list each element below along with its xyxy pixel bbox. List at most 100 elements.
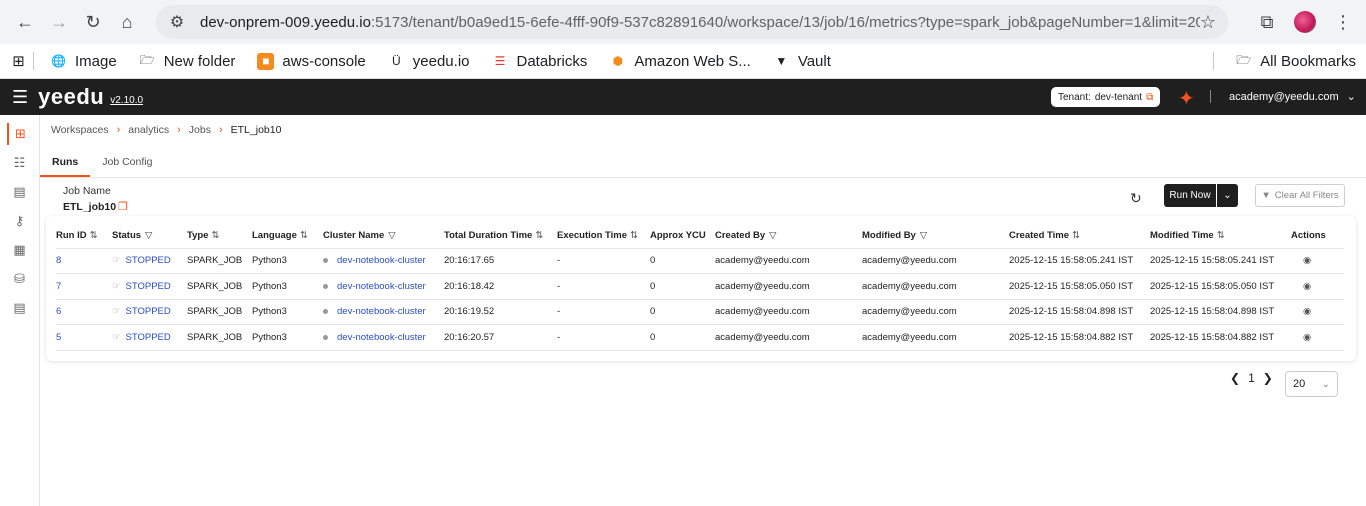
stop-action-icon[interactable]: ◉ [1303,255,1311,266]
status-stopped-icon: ☞ [112,331,121,343]
forward-icon[interactable]: → [42,5,76,39]
created-time-value: 2025-12-15 15:58:04.882 IST [1009,331,1134,343]
col-status[interactable]: Status ▽ [112,224,187,249]
hierarchy-nav-icon[interactable]: ☷ [9,152,31,174]
col-execution-time[interactable]: Execution Time ⇅ [557,224,650,249]
apps-grid-icon[interactable]: ⊞ [10,53,27,70]
yeedu-logo[interactable]: yeedu [38,84,104,110]
type-value: SPARK_JOB [187,306,243,318]
sort-icon[interactable]: ⇅ [211,230,219,241]
breadcrumb-analytics[interactable]: analytics [128,124,169,136]
col-modified-by[interactable]: Modified By ▽ [862,224,1009,249]
bookmark-image[interactable]: 🌐 Image [50,53,117,70]
created-by-value: academy@yeedu.com [715,331,810,343]
bookmark-aws-console[interactable]: ■ aws-console [257,52,366,70]
bookmark-star-icon[interactable]: ☆ [1200,12,1216,33]
copy-icon[interactable]: ❐ [118,200,128,213]
current-page[interactable]: 1 [1248,371,1255,385]
reload-icon[interactable]: ↻ [76,5,110,39]
col-language[interactable]: Language ⇅ [252,224,323,249]
app-header: ☰ yeedu v2.10.0 Tenant: dev-tenant ⧉ ✦ a… [0,79,1366,115]
filter-icon[interactable]: ▽ [145,230,152,241]
chevron-down-icon: ⌄ [1321,378,1330,390]
refresh-icon[interactable]: ↻ [1130,190,1142,207]
clear-all-filters-button[interactable]: ▼ Clear All Filters [1255,184,1345,207]
total-duration-value: 20:16:20.57 [444,331,495,343]
page-size-value: 20 [1293,378,1306,390]
menu-kebab-icon[interactable]: ⋮ [1326,5,1360,39]
breadcrumb-workspaces[interactable]: Workspaces [51,124,109,136]
sort-icon[interactable]: ⇅ [300,230,308,241]
badge-nav-icon[interactable]: ▤ [9,181,31,203]
cluster-link[interactable]: dev-notebook-cluster [337,332,426,343]
next-page-icon[interactable]: ❯ [1263,371,1273,385]
run-now-button[interactable]: Run Now [1164,184,1216,207]
bookmark-new-folder[interactable]: 🗁 New folder [139,53,236,70]
col-total-duration[interactable]: Total Duration Time ⇅ [444,224,557,249]
stop-action-icon[interactable]: ◉ [1303,332,1311,343]
bookmark-amazon-web-services[interactable]: ⬢ Amazon Web S... [609,53,751,70]
col-run-id[interactable]: Run ID ⇅ [56,224,112,249]
modified-by-value: academy@yeedu.com [862,306,957,318]
prev-page-icon[interactable]: ❮ [1230,371,1240,385]
page-size-select[interactable]: 20 ⌄ [1285,371,1338,397]
version-link[interactable]: v2.10.0 [110,95,143,106]
site-info-icon[interactable]: ⚙ [166,11,188,33]
sort-icon[interactable]: ⇅ [1217,230,1225,241]
run-id-link[interactable]: 6 [56,306,61,317]
aws-icon: ■ [257,52,275,70]
cluster-link[interactable]: dev-notebook-cluster [337,281,426,292]
bookmark-databricks[interactable]: ☰ Databricks [492,53,588,70]
sort-icon[interactable]: ⇅ [1072,230,1080,241]
hamburger-menu-icon[interactable]: ☰ [12,87,28,108]
modified-time-value: 2025-12-15 15:58:04.898 IST [1150,306,1275,318]
run-id-link[interactable]: 8 [56,255,61,266]
header-divider [1210,90,1211,103]
key-nav-icon[interactable]: ⚷ [9,210,31,232]
cluster-status-dot [323,283,328,289]
profile-avatar[interactable] [1294,11,1316,33]
filter-icon[interactable]: ▽ [388,230,395,241]
tab-job-config[interactable]: Job Config [90,147,164,177]
run-id-link[interactable]: 5 [56,332,61,343]
cluster-link[interactable]: dev-notebook-cluster [337,255,426,266]
user-menu[interactable]: academy@yeedu.com ⌄ [1229,90,1356,104]
bookmark-vault[interactable]: ▼ Vault [773,53,831,70]
globe-icon: 🌐 [51,54,66,68]
col-created-by[interactable]: Created By ▽ [715,224,862,249]
sort-icon[interactable]: ⇅ [90,230,98,241]
filter-icon[interactable]: ▽ [920,230,927,241]
sort-icon[interactable]: ⇅ [535,230,543,241]
col-type[interactable]: Type ⇅ [187,224,252,249]
sparkle-icon[interactable]: ✦ [1178,86,1195,111]
stop-action-icon[interactable]: ◉ [1303,281,1311,292]
home-icon[interactable]: ⌂ [110,5,144,39]
back-icon[interactable]: ← [8,5,42,39]
address-bar[interactable]: ⚙ dev-onprem-009.yeedu.io:5173/tenant/b0… [156,5,1228,39]
filter-icon[interactable]: ▽ [769,230,776,241]
status-value: STOPPED [125,255,171,267]
modified-by-value: academy@yeedu.com [862,331,957,343]
breadcrumb-jobs[interactable]: Jobs [189,124,211,136]
run-now-dropdown[interactable]: ⌄ [1217,184,1238,207]
col-modified-time[interactable]: Modified Time ⇅ [1150,224,1291,249]
database-nav-icon[interactable]: ⛁ [9,268,31,290]
stop-action-icon[interactable]: ◉ [1303,306,1311,317]
col-created-time[interactable]: Created Time ⇅ [1009,224,1150,249]
tab-runs[interactable]: Runs [40,147,91,177]
all-bookmarks[interactable]: 🗁 All Bookmarks [1235,53,1356,70]
runs-table-card: Run ID ⇅ Status ▽ Type ⇅ Language ⇅ Cluster … [46,216,1356,361]
run-id-link[interactable]: 7 [56,281,61,292]
col-cluster-name[interactable]: Cluster Name ▽ [323,224,444,249]
table-row: 7 ☞ STOPPED SPARK_JOB Python3 dev-notebook-cl… [56,273,1344,300]
jobs-nav-icon[interactable]: ⊞ [6,123,33,145]
status-value: STOPPED [125,306,171,318]
extensions-icon[interactable]: ⧉ [1250,5,1284,39]
sort-icon[interactable]: ⇅ [630,230,638,241]
notes-nav-icon[interactable]: ▤ [9,297,31,319]
bookmark-yeedu[interactable]: Üyeedu.io [388,53,470,70]
dashboard-nav-icon[interactable]: ▦ [9,239,31,261]
tenant-badge[interactable]: Tenant: dev-tenant ⧉ [1051,87,1161,107]
url-text[interactable]: dev-onprem-009.yeedu.io:5173/tenant/b0a9… [200,14,1200,31]
cluster-link[interactable]: dev-notebook-cluster [337,306,426,317]
